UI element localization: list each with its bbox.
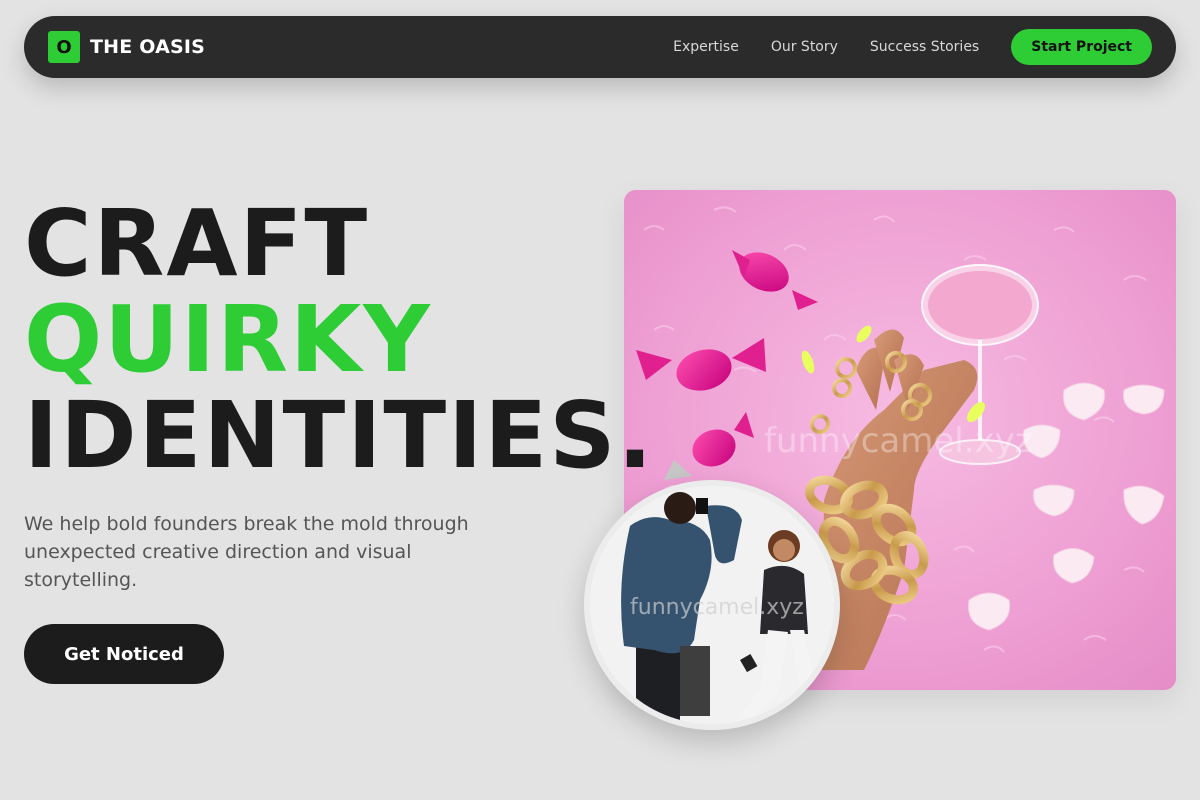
headline-line-1: CRAFT	[24, 190, 370, 297]
watermark-circle: funnycamel.xyz	[630, 595, 804, 620]
logo-mark: O	[48, 31, 80, 63]
top-nav: O THE OASIS Expertise Our Story Success …	[24, 16, 1176, 78]
nav-link-success-stories[interactable]: Success Stories	[870, 39, 979, 55]
brand-name: THE OASIS	[90, 36, 206, 58]
headline-line-2: QUIRKY	[24, 286, 432, 393]
hero-headline: CRAFT QUIRKY IDENTITIES.	[24, 196, 654, 484]
photographer-illustration: funnycamel.xyz	[590, 486, 834, 724]
headline-line-3: IDENTITIES.	[24, 382, 655, 489]
nav-links: Expertise Our Story Success Stories Star…	[673, 29, 1152, 65]
watermark-main: funnycamel.xyz	[764, 421, 1033, 461]
nav-link-expertise[interactable]: Expertise	[673, 39, 739, 55]
hero-photo-circle: funnycamel.xyz	[584, 480, 840, 730]
hero-subtext: We help bold founders break the mold thr…	[24, 513, 469, 591]
nav-link-our-story[interactable]: Our Story	[771, 39, 838, 55]
start-project-button[interactable]: Start Project	[1011, 29, 1152, 65]
logo[interactable]: O THE OASIS	[48, 31, 205, 63]
get-noticed-button[interactable]: Get Noticed	[24, 624, 224, 684]
